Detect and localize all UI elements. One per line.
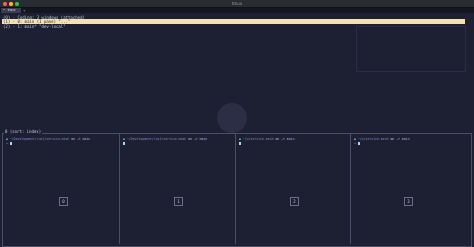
prompt-on: on <box>188 137 193 141</box>
terminal-area[interactable]: (0) - Coding: 3 windows (attached) (1) -… <box>0 13 474 247</box>
prompt-line: ◆ ~/w/service-mesh on ⎇ main <box>354 137 410 141</box>
prompt-path: ~/Development/rust/service-mesh <box>9 137 70 141</box>
prompt-arrow-icon: → <box>354 141 356 145</box>
input-line[interactable]: → <box>6 141 12 145</box>
input-line[interactable] <box>123 141 125 145</box>
pane-index: 1 <box>174 197 183 206</box>
branch-icon: ⎇ <box>194 137 198 141</box>
background-blur <box>217 103 247 133</box>
cursor <box>239 141 241 145</box>
cursor <box>357 141 360 145</box>
pane-index: 3 <box>404 197 413 206</box>
window-entry[interactable]: (2) - 1: main* "dev-local" <box>3 24 66 29</box>
window-titlebar: tmux <box>0 0 474 8</box>
prompt-on: on <box>71 137 76 141</box>
pane-2[interactable]: ◆ ~/w/service-mesh on ⎇ main 2 <box>236 134 351 244</box>
branch-icon: ⎇ <box>281 137 285 141</box>
pane-index: 0 <box>59 197 68 206</box>
prompt-line: ◆ ~/w/service-mesh on ⎇ main <box>239 137 295 141</box>
prompt-path: ~/w/service-mesh <box>357 137 389 141</box>
pane-1[interactable]: ◆ ~/Development/rust/service-mesh on ⎇ m… <box>120 134 236 244</box>
prompt-path: ~/Development/rust/service-mesh <box>126 137 187 141</box>
input-line[interactable] <box>239 141 241 145</box>
input-line[interactable]: → <box>354 141 360 145</box>
selected-window-entry[interactable]: (1) - 0: main (1 pane) "..." <box>2 19 465 24</box>
prompt-branch: main <box>199 137 208 141</box>
prompt-on: on <box>275 137 280 141</box>
pane-0[interactable]: ◆ ~/Development/rust/service-mesh on ⎇ m… <box>3 134 120 244</box>
prompt-path: ~/w/service-mesh <box>242 137 274 141</box>
prompt-branch: main <box>401 137 410 141</box>
pane-index: 2 <box>290 197 299 206</box>
window-title: tmux <box>231 1 243 6</box>
preview-outline <box>356 26 466 72</box>
branch-icon: ⎇ <box>77 137 81 141</box>
prompt-on: on <box>390 137 395 141</box>
pane-3[interactable]: ◆ ~/w/service-mesh on ⎇ main → 3 <box>351 134 469 244</box>
prompt-line: ◆ ~/Development/rust/service-mesh on ⎇ m… <box>123 137 207 141</box>
prompt-branch: main <box>82 137 91 141</box>
prompt-branch: main <box>286 137 295 141</box>
branch-icon: ⎇ <box>396 137 400 141</box>
prompt-line: ◆ ~/Development/rust/service-mesh on ⎇ m… <box>6 137 90 141</box>
cursor <box>123 141 125 145</box>
prompt-arrow-icon: → <box>6 141 8 145</box>
cursor <box>9 141 12 145</box>
